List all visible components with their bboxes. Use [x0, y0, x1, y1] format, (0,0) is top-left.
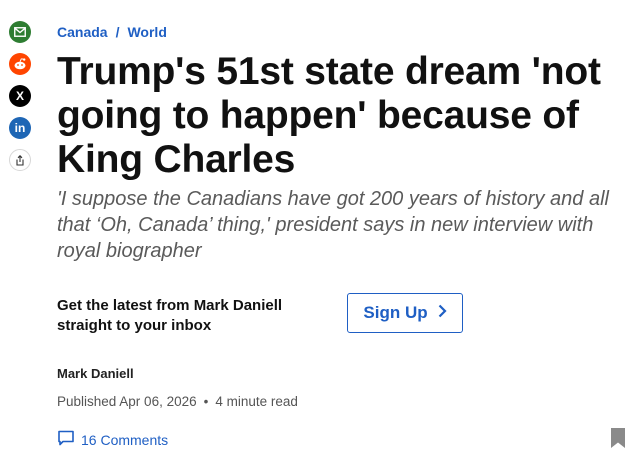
- breadcrumb-separator: /: [115, 24, 120, 40]
- breadcrumb: Canada / World: [57, 24, 167, 40]
- breadcrumb-world-link[interactable]: World: [127, 24, 166, 40]
- share-icon: [15, 154, 25, 166]
- share-rail: X in: [7, 21, 33, 181]
- article-dek: 'I suppose the Canadians have got 200 ye…: [57, 188, 609, 262]
- x-icon: X: [15, 89, 24, 103]
- sign-up-button[interactable]: Sign Up: [347, 293, 463, 333]
- article-headline: Trump's 51st state dream 'not going to h…: [57, 50, 601, 181]
- share-linkedin-button[interactable]: in: [9, 117, 31, 139]
- publish-info: Published Apr 06, 2026 • 4 minute read: [57, 394, 298, 409]
- comments-link[interactable]: 16 Comments: [57, 430, 168, 449]
- comments-count-label: 16 Comments: [81, 431, 169, 448]
- bookmark-button[interactable]: [610, 427, 626, 454]
- bookmark-icon: [610, 428, 626, 453]
- share-x-button[interactable]: X: [9, 85, 31, 107]
- email-icon: [14, 27, 26, 37]
- breadcrumb-canada-link[interactable]: Canada: [57, 24, 108, 40]
- newsletter-promo-text: Get the latest from Mark Daniell straigh…: [57, 297, 283, 334]
- published-date: Published Apr 06, 2026: [57, 394, 197, 409]
- reddit-icon: [13, 58, 27, 70]
- meta-separator: •: [203, 394, 209, 409]
- read-time: 4 minute read: [215, 394, 298, 409]
- chevron-right-icon: [438, 303, 447, 323]
- sign-up-label: Sign Up: [363, 303, 428, 322]
- share-reddit-button[interactable]: [9, 53, 31, 75]
- author-name[interactable]: Mark Daniell: [57, 366, 134, 381]
- share-more-button[interactable]: [9, 149, 31, 171]
- share-email-button[interactable]: [9, 21, 31, 43]
- linkedin-icon: in: [14, 121, 26, 135]
- comment-icon: [57, 430, 75, 449]
